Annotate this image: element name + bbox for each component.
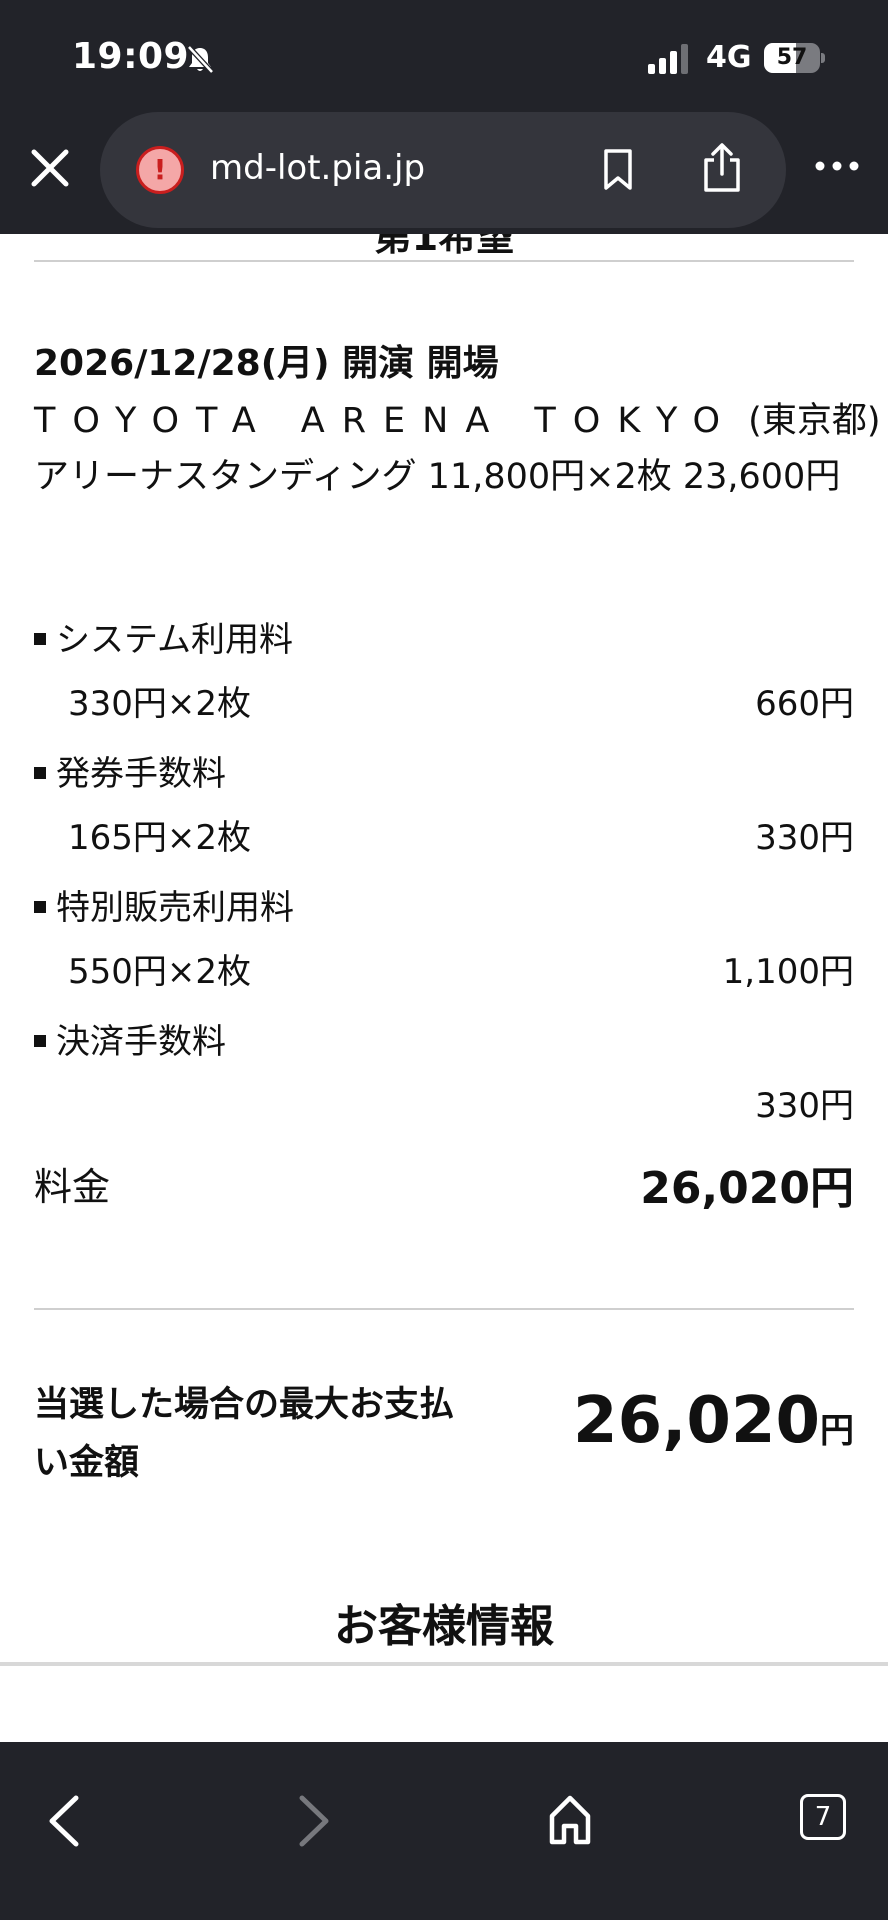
back-icon[interactable] bbox=[42, 1792, 86, 1850]
more-icon[interactable] bbox=[814, 154, 860, 178]
max-payment-amount: 26,020円 bbox=[573, 1384, 854, 1458]
total-label: 料金 bbox=[34, 1165, 111, 1209]
seat-price-line: アリーナスタンディング 11,800円×2枚 23,600円 bbox=[34, 457, 841, 497]
total-amount: 26,020円 bbox=[640, 1163, 854, 1214]
page-content: 第1希望 2026/12/28(月) 開演 開場 TOYOTA ARENA TO… bbox=[0, 234, 888, 1742]
bookmark-icon[interactable] bbox=[600, 148, 636, 192]
browser-toolbar: 7 bbox=[0, 1742, 888, 1920]
max-payment-label: 当選した場合の最大お支払い金額 bbox=[34, 1385, 455, 1483]
forward-icon[interactable] bbox=[292, 1792, 336, 1850]
fee-calc: 550円×2枚 bbox=[68, 952, 252, 992]
venue-prefecture: (東京都) bbox=[748, 401, 881, 441]
fee-amount: 1,100円 bbox=[722, 952, 854, 992]
venue: TOYOTA ARENA TOKYO (東京都) bbox=[34, 392, 880, 443]
divider bbox=[34, 260, 854, 262]
warning-icon[interactable]: ! bbox=[136, 146, 184, 194]
fee-amount: 330円 bbox=[755, 1086, 854, 1126]
fee-name: 発券手数料 bbox=[34, 746, 226, 795]
fee-name: 特別販売利用料 bbox=[34, 880, 294, 929]
customer-info-heading: お客様情報 bbox=[334, 1601, 554, 1652]
fee-amount: 330円 bbox=[755, 818, 854, 858]
tabs-icon[interactable]: 7 bbox=[800, 1794, 846, 1840]
url-text[interactable]: md-lot.pia.jp bbox=[210, 148, 425, 188]
home-icon[interactable] bbox=[546, 1792, 594, 1846]
max-payment-value: 26,020 bbox=[573, 1384, 820, 1458]
choice-heading: 第1希望 bbox=[373, 234, 515, 259]
max-payment-unit: 円 bbox=[820, 1411, 854, 1451]
fee-name: 決済手数料 bbox=[34, 1014, 226, 1063]
venue-name: TOYOTA ARENA TOKYO bbox=[34, 401, 738, 441]
section-divider bbox=[0, 1662, 888, 1666]
network-type: 4G bbox=[706, 40, 752, 75]
fee-amount: 660円 bbox=[755, 684, 854, 724]
browser-top-chrome: 19:09 4G 57 ! md-lot.pia.jp bbox=[0, 0, 888, 234]
performance-date: 2026/12/28(月) 開演 開場 bbox=[34, 343, 499, 384]
battery-percent: 57 bbox=[776, 45, 808, 70]
fee-name: システム利用料 bbox=[34, 612, 293, 661]
fee-calc: 330円×2枚 bbox=[68, 684, 252, 724]
divider bbox=[34, 1308, 854, 1310]
share-icon[interactable] bbox=[700, 142, 744, 194]
status-time: 19:09 bbox=[72, 36, 190, 77]
signal-icon bbox=[648, 44, 688, 74]
close-icon[interactable] bbox=[24, 142, 76, 194]
battery-icon: 57 bbox=[764, 43, 826, 73]
address-bar[interactable]: ! md-lot.pia.jp bbox=[100, 112, 786, 228]
bell-muted-icon bbox=[187, 45, 214, 74]
fee-calc: 165円×2枚 bbox=[68, 818, 252, 858]
